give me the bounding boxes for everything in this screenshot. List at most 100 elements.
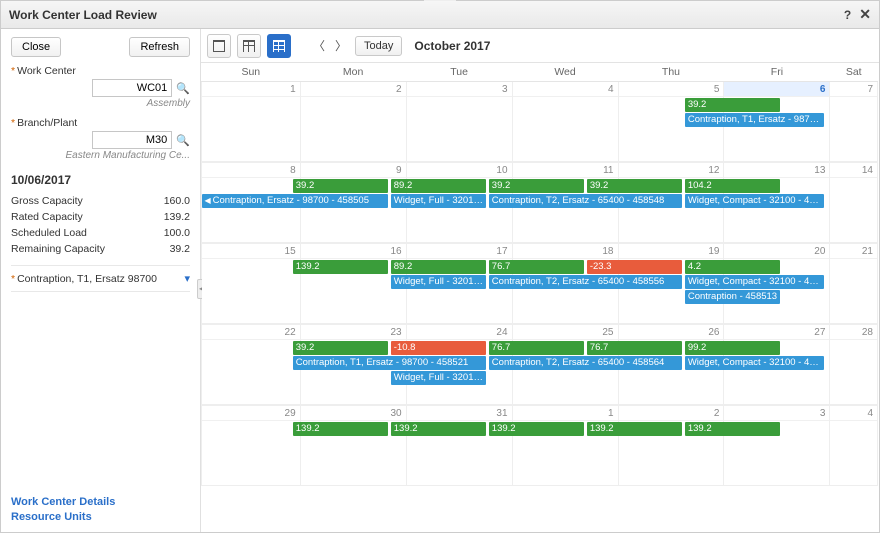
resource-units-link[interactable]: Resource Units xyxy=(11,511,190,523)
capacity-bar[interactable]: 39.2 xyxy=(489,179,584,193)
calendar-cell[interactable]: 31 xyxy=(406,406,512,486)
day-number: 27 xyxy=(724,325,829,340)
capacity-bar[interactable]: 4.2 xyxy=(685,260,780,274)
gross-capacity-value: 160.0 xyxy=(164,195,190,207)
prev-month-button[interactable]: 〈 xyxy=(311,35,327,57)
capacity-bar[interactable]: 139.2 xyxy=(489,422,584,436)
capacity-bar[interactable]: 39.2 xyxy=(685,98,780,112)
day-number: 28 xyxy=(830,325,877,340)
work-order-bar[interactable]: Contraption, Ersatz - 98700 - 458505 xyxy=(202,194,389,208)
capacity-bar[interactable]: 104.2 xyxy=(685,179,780,193)
calendar-cell[interactable]: 4 xyxy=(830,406,878,486)
work-center-details-link[interactable]: Work Center Details xyxy=(11,496,190,508)
calendar-cell[interactable]: 1 xyxy=(512,406,618,486)
calendar-cell[interactable]: 14 xyxy=(830,163,878,243)
capacity-bar[interactable]: 39.2 xyxy=(587,179,682,193)
close-button[interactable]: Close xyxy=(11,37,61,57)
calendar-cell[interactable]: 3 xyxy=(406,82,512,162)
work-order-bar[interactable]: Widget, Compact - 32100 - 458581 xyxy=(685,194,824,208)
capacity-bar[interactable]: 139.2 xyxy=(587,422,682,436)
selected-work-order[interactable]: *Contraption, T1, Ersatz 98700 ▾ xyxy=(11,265,190,292)
capacity-bar[interactable]: 89.2 xyxy=(391,260,486,274)
calendar-cell[interactable]: 29 xyxy=(202,406,301,486)
capacity-bar[interactable]: 99.2 xyxy=(685,341,780,355)
close-icon[interactable]: ✕ xyxy=(859,6,871,23)
calendar-cell[interactable]: 22 xyxy=(202,325,301,405)
work-order-bar[interactable]: Contraption, T2, Ersatz - 65400 - 458564 xyxy=(489,356,682,370)
remaining-capacity-label: Remaining Capacity xyxy=(11,243,105,255)
calendar-month-icon xyxy=(273,40,285,52)
remaining-capacity-value: 39.2 xyxy=(170,243,190,255)
capacity-bar[interactable]: -10.8 xyxy=(391,341,486,355)
capacity-bar[interactable]: 139.2 xyxy=(685,422,780,436)
day-number: 2 xyxy=(619,406,724,421)
work-order-bar[interactable]: Widget, Compact - 32100 - 458601 xyxy=(685,356,824,370)
calendar-cell[interactable]: 4 xyxy=(512,82,618,162)
day-number: 4 xyxy=(513,82,618,97)
scheduled-load-label: Scheduled Load xyxy=(11,227,87,239)
work-order-bar[interactable]: Widget, Full - 3201 - 458628 xyxy=(391,194,486,208)
gross-capacity-label: Gross Capacity xyxy=(11,195,83,207)
work-order-bar[interactable]: Contraption, T1, Ersatz - 98700 - 4585 xyxy=(685,113,824,127)
today-button[interactable]: Today xyxy=(355,36,402,56)
capacity-bar[interactable]: -23.3 xyxy=(587,260,682,274)
capacity-bar[interactable]: 76.7 xyxy=(489,341,584,355)
day-header: Sun xyxy=(202,63,301,82)
work-order-bar[interactable]: Contraption, T1, Ersatz - 98700 - 458521 xyxy=(293,356,486,370)
day-number: 13 xyxy=(724,163,829,178)
day-header: Mon xyxy=(300,63,406,82)
branch-plant-input[interactable] xyxy=(92,131,172,149)
capacity-bar[interactable]: 39.2 xyxy=(293,341,388,355)
capacity-bar[interactable]: 39.2 xyxy=(293,179,388,193)
day-number: 5 xyxy=(619,82,724,97)
day-number: 23 xyxy=(301,325,406,340)
day-number: 3 xyxy=(407,82,512,97)
capacity-bar[interactable]: 139.2 xyxy=(293,260,388,274)
day-number: 8 xyxy=(202,163,300,178)
calendar-cell[interactable]: 28 xyxy=(830,325,878,405)
refresh-button[interactable]: Refresh xyxy=(129,37,190,57)
work-order-bar[interactable]: Widget, Compact - 32100 - 458599 xyxy=(685,275,824,289)
work-order-bar[interactable]: Widget, Full - 3201 - 458644 xyxy=(391,371,486,385)
day-number: 18 xyxy=(513,244,618,259)
capacity-bar[interactable]: 89.2 xyxy=(391,179,486,193)
calendar-cell[interactable]: 3 xyxy=(724,406,830,486)
chevron-down-icon[interactable]: ▾ xyxy=(184,272,190,285)
search-icon[interactable]: 🔍 xyxy=(176,134,190,147)
search-icon[interactable]: 🔍 xyxy=(176,82,190,95)
work-order-bar[interactable]: Widget, Full - 3201 - 458636 xyxy=(391,275,486,289)
work-order-bar[interactable]: Contraption - 458513 xyxy=(685,290,780,304)
view-month-button[interactable] xyxy=(267,34,291,58)
work-order-bar[interactable]: Contraption, T2, Ersatz - 65400 - 458548 xyxy=(489,194,682,208)
calendar-cell[interactable]: 2 xyxy=(618,406,724,486)
calendar-cell[interactable]: 21 xyxy=(830,244,878,324)
day-header: Tue xyxy=(406,63,512,82)
view-day-button[interactable] xyxy=(207,34,231,58)
capacity-bar[interactable]: 139.2 xyxy=(293,422,388,436)
titlebar: Work Center Load Review ? ✕ xyxy=(1,1,879,29)
day-number: 9 xyxy=(301,163,406,178)
work-center-input[interactable] xyxy=(92,79,172,97)
next-month-button[interactable]: 〉 xyxy=(333,35,349,57)
help-icon[interactable]: ? xyxy=(844,8,851,22)
day-number: 6 xyxy=(724,82,829,97)
calendar-cell[interactable]: 1 xyxy=(202,82,301,162)
capacity-bar[interactable]: 76.7 xyxy=(587,341,682,355)
calendar-cell[interactable]: 30 xyxy=(300,406,406,486)
day-header: Fri xyxy=(724,63,830,82)
calendar-cell[interactable]: 2 xyxy=(300,82,406,162)
capacity-bar[interactable]: 139.2 xyxy=(391,422,486,436)
branch-plant-desc: Eastern Manufacturing Ce... xyxy=(11,150,190,161)
calendar-cell[interactable]: 15 xyxy=(202,244,301,324)
day-number: 11 xyxy=(513,163,618,178)
day-header: Wed xyxy=(512,63,618,82)
day-number: 24 xyxy=(407,325,512,340)
view-week-button[interactable] xyxy=(237,34,261,58)
metrics: Gross Capacity160.0 Rated Capacity139.2 … xyxy=(11,193,190,257)
calendar-cell[interactable]: 7 xyxy=(830,82,878,162)
day-number: 4 xyxy=(830,406,877,421)
work-order-bar[interactable]: Contraption, T2, Ersatz - 65400 - 458556 xyxy=(489,275,682,289)
branch-plant-label: *Branch/Plant xyxy=(11,117,190,129)
capacity-bar[interactable]: 76.7 xyxy=(489,260,584,274)
work-center-label: *Work Center xyxy=(11,65,190,77)
